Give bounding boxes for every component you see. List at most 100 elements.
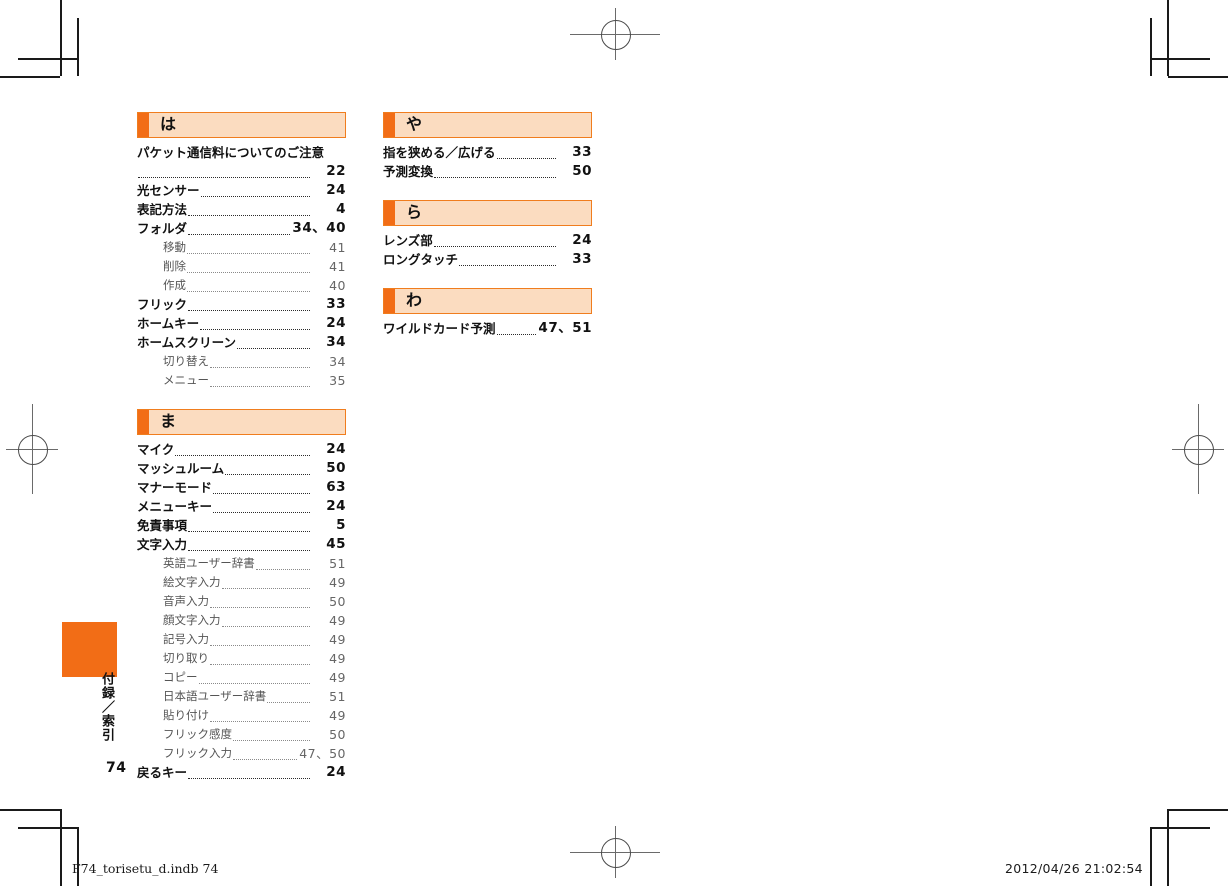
- index-entry-label: メニューキー: [137, 499, 213, 514]
- index-entry: ロングタッチ 33: [383, 250, 592, 269]
- index-entry-page: 24: [326, 498, 346, 514]
- index-entry-label: 削除: [163, 259, 186, 273]
- index-column-right: や指を狭める／広げる 33 予測変換 50 らレンズ部 24 ロングタッチ 33 わワイルドカー…: [383, 112, 592, 338]
- index-entry-label: 音声入力: [163, 594, 209, 608]
- index-entry-label: 光センサー: [137, 183, 200, 198]
- index-entry-label: 予測変換: [383, 164, 434, 179]
- index-entry-label: 貼り付け: [163, 708, 209, 722]
- index-entry: 貼り付け 49: [137, 706, 346, 725]
- index-entry-page: 33: [572, 144, 592, 160]
- chapter-thumb-tab: [62, 622, 117, 677]
- index-entry: 日本語ユーザー辞書 51: [137, 687, 346, 706]
- crop-mark-top-right-h2: [1150, 58, 1210, 60]
- index-entry-label: 戻るキー: [137, 765, 188, 780]
- dot-leader: [213, 512, 310, 513]
- dot-leader: [434, 177, 556, 178]
- index-entry-label: 移動: [163, 240, 186, 254]
- index-entry: 免責事項 5: [137, 516, 346, 535]
- kana-section-header: ら: [383, 200, 592, 226]
- index-entry: 絵文字入力 49: [137, 573, 346, 592]
- section-accent-tab: [384, 289, 395, 313]
- index-entry: マイク 24: [137, 440, 346, 459]
- dot-leader: [496, 158, 556, 159]
- dot-leader: [210, 664, 310, 665]
- index-entry-label: ホームスクリーン: [137, 335, 237, 350]
- dot-leader: [433, 246, 556, 247]
- index-entry: ワイルドカード予測 47、51: [383, 319, 592, 338]
- index-entry: フリック入力 47、50: [137, 744, 346, 763]
- dot-leader: [188, 234, 291, 235]
- index-entry-label: 顔文字入力: [163, 613, 221, 627]
- index-entry-page: 51: [329, 689, 346, 704]
- index-entry: メニューキー 24: [137, 497, 346, 516]
- kana-section-label: ま: [160, 411, 177, 431]
- dot-leader: [175, 455, 310, 456]
- index-entry: 指を狭める／広げる 33: [383, 143, 592, 162]
- crop-mark-top-right-h: [1168, 76, 1228, 78]
- index-entry: パケット通信料についてのご注意: [137, 143, 346, 162]
- index-entry-label: フォルダ: [137, 221, 188, 236]
- index-entry-label: 切り取り: [163, 651, 209, 665]
- index-entry-page: 33: [326, 296, 346, 312]
- registration-mark-right: [1172, 404, 1224, 494]
- section-accent-tab: [138, 113, 149, 137]
- registration-mark-left: [6, 404, 58, 494]
- index-entry-label: レンズ部: [383, 233, 433, 248]
- chapter-thumb-label: 付録／索引: [99, 672, 114, 742]
- dot-leader: [459, 265, 556, 266]
- index-entry: ホームキー 24: [137, 314, 346, 333]
- crop-mark-top-left-v: [60, 0, 62, 76]
- index-entry: 音声入力 50: [137, 592, 346, 611]
- index-entry: 表記方法 4: [137, 200, 346, 219]
- crop-mark-bottom-right-h: [1168, 809, 1228, 811]
- index-entry-label: 文字入力: [137, 537, 188, 552]
- index-entry-page: 50: [326, 460, 346, 476]
- index-entry-label: フリック入力: [163, 746, 232, 760]
- crop-mark-bottom-left-v: [60, 809, 62, 886]
- crop-mark-top-right-v2: [1150, 18, 1152, 76]
- crop-mark-top-left-h: [0, 76, 60, 78]
- index-entry: レンズ部 24: [383, 231, 592, 250]
- dot-leader: [225, 474, 310, 475]
- crop-mark-bottom-right-v2: [1150, 827, 1152, 886]
- dot-leader: [255, 569, 310, 570]
- kana-section-label: ら: [406, 202, 423, 222]
- page-number: 74: [106, 760, 127, 776]
- index-entry-page: 34: [329, 354, 346, 369]
- dot-leader: [233, 759, 298, 760]
- index-entry-page: 24: [326, 315, 346, 331]
- index-entry-page: 34: [326, 334, 346, 350]
- dot-leader: [210, 721, 310, 722]
- dot-leader: [187, 291, 310, 292]
- dot-leader: [210, 386, 310, 387]
- footer-filename: F74_torisetu_d.indb 74: [72, 861, 219, 876]
- index-entry-page: 24: [326, 182, 346, 198]
- index-entry: 切り替え 34: [137, 352, 346, 371]
- index-entry-page: 40: [329, 278, 346, 293]
- index-entry-label: 表記方法: [137, 202, 188, 217]
- index-entry-label: ロングタッチ: [383, 252, 459, 267]
- index-entry-page: 49: [329, 613, 346, 628]
- index-entry: 移動 41: [137, 238, 346, 257]
- index-entry: 戻るキー 24: [137, 763, 346, 782]
- index-entry: 削除 41: [137, 257, 346, 276]
- index-entry-label: ホームキー: [137, 316, 200, 331]
- index-entry-page: 35: [329, 373, 346, 388]
- dot-leader: [210, 607, 310, 608]
- index-entry-label: パケット通信料についてのご注意: [137, 145, 325, 160]
- index-entry-label: 日本語ユーザー辞書: [163, 689, 267, 703]
- index-entry-page: 22: [326, 163, 346, 179]
- index-entry-label: メニュー: [163, 373, 209, 387]
- index-entry-label: フリック感度: [163, 727, 232, 741]
- index-entry: 予測変換 50: [383, 162, 592, 181]
- dot-leader: [198, 683, 310, 684]
- index-entry-page: 41: [329, 259, 346, 274]
- dot-leader: [213, 493, 310, 494]
- crop-mark-bottom-left-v2: [77, 827, 79, 886]
- dot-leader: [200, 329, 310, 330]
- dot-leader: [200, 196, 310, 197]
- index-entry-page: 49: [329, 670, 346, 685]
- dot-leader: [188, 310, 310, 311]
- section-accent-tab: [384, 113, 395, 137]
- index-entry: ホームスクリーン 34: [137, 333, 346, 352]
